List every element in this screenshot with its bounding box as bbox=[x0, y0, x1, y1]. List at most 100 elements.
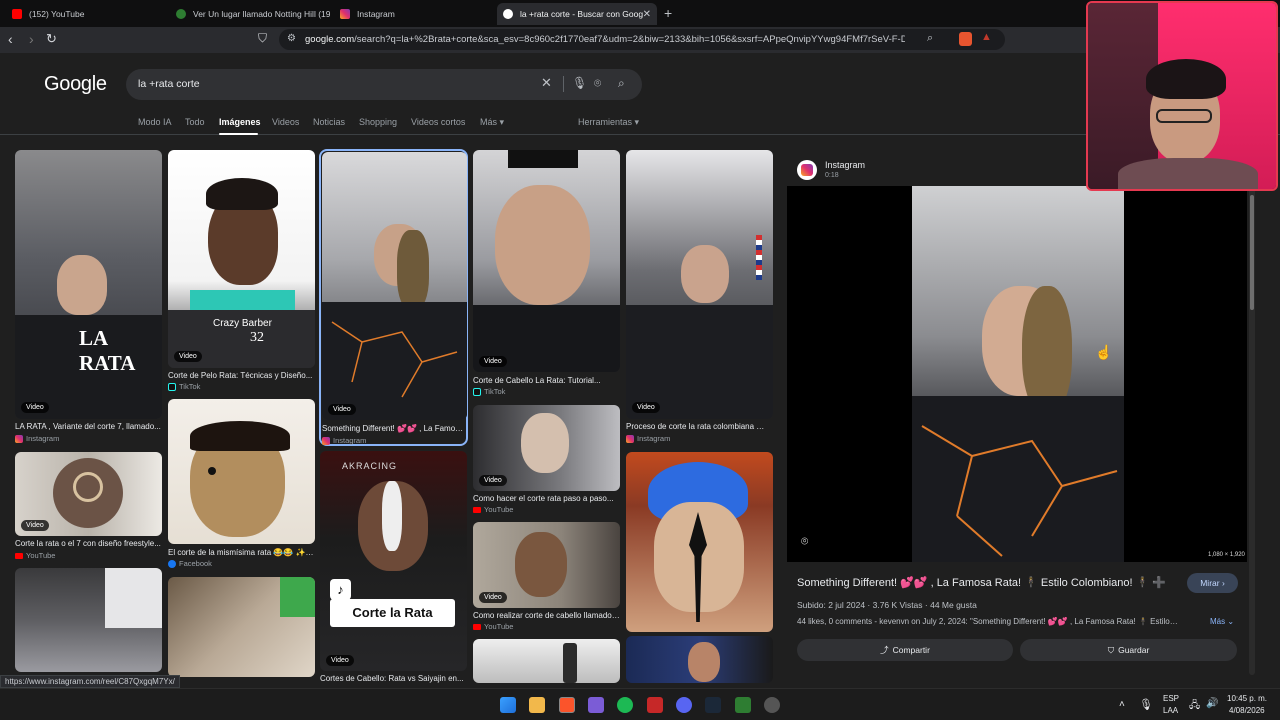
tab-images[interactable]: Imágenes bbox=[219, 117, 261, 127]
preview-title[interactable]: Something Different! 💕💕 , La Famosa Rata… bbox=[797, 576, 1177, 589]
image-result[interactable]: Crazy Barber 32 Video Corte de Pelo Rata… bbox=[168, 150, 315, 392]
scrollbar-thumb[interactable] bbox=[1250, 195, 1254, 310]
share-button[interactable]: ⤴ Compartir bbox=[797, 639, 1013, 661]
zoom-icon[interactable]: ⌕ bbox=[927, 32, 933, 45]
more-button[interactable]: Más ⌄ bbox=[1210, 617, 1234, 626]
tab-all[interactable]: Todo bbox=[185, 117, 205, 127]
tab-notting-hill[interactable]: Ver Un lugar llamado Notting Hill (19… bbox=[170, 3, 330, 25]
app-icon[interactable] bbox=[764, 697, 780, 713]
reload-icon[interactable]: ↻ bbox=[46, 31, 57, 47]
tab-more[interactable]: Más ▾ bbox=[480, 117, 504, 128]
xbox-icon[interactable] bbox=[735, 697, 751, 713]
discord-icon[interactable] bbox=[676, 697, 692, 713]
result-title[interactable]: Como realizar corte de cabello llamado .… bbox=[473, 611, 620, 620]
image-result[interactable]: Video Como realizar corte de cabello lla… bbox=[473, 522, 620, 632]
clear-icon[interactable]: ✕ bbox=[541, 75, 552, 91]
tab-youtube[interactable]: (152) YouTube bbox=[6, 3, 166, 25]
language-indicator-2[interactable]: LAA bbox=[1163, 706, 1178, 715]
search-input[interactable]: la +rata corte bbox=[138, 78, 200, 90]
language-indicator[interactable]: ESP bbox=[1163, 694, 1179, 703]
microphone-icon[interactable]: 🎙 bbox=[572, 76, 587, 90]
image-result[interactable] bbox=[626, 636, 773, 683]
result-thumbnail[interactable]: Video bbox=[626, 150, 773, 419]
image-result[interactable]: Video Corte de Cabello La Rata: Tutorial… bbox=[473, 150, 620, 398]
watch-button[interactable]: Mirar › bbox=[1187, 573, 1238, 593]
image-result-selected[interactable]: Video Something Different! 💕💕 , La Famos… bbox=[319, 149, 468, 446]
bookmark-icon: ⛉ bbox=[1107, 644, 1115, 655]
result-thumbnail[interactable]: Video bbox=[322, 152, 467, 420]
forward-icon[interactable]: › bbox=[29, 31, 34, 47]
result-title[interactable]: Cortes de Cabello: Rata vs Saiyajin en..… bbox=[320, 674, 467, 683]
tray-overflow-icon[interactable]: ˄ bbox=[1119, 699, 1125, 710]
image-result[interactable]: El corte de la mismísima rata 😂😂 ✨… Face… bbox=[168, 399, 315, 569]
image-result[interactable]: Video Proceso de corte la rata colombian… bbox=[626, 150, 773, 445]
preview-image[interactable]: ☝ bbox=[912, 186, 1124, 562]
volume-icon[interactable]: 🔊 bbox=[1206, 698, 1218, 709]
tab-ai-mode[interactable]: Modo IA bbox=[138, 117, 172, 127]
result-title[interactable]: LA RATA , Variante del corte 7, llamado.… bbox=[15, 422, 162, 431]
result-thumbnail[interactable] bbox=[626, 636, 773, 683]
new-tab-button[interactable]: + bbox=[664, 5, 672, 21]
clock-time[interactable]: 10:45 p. m. bbox=[1227, 694, 1267, 703]
image-result[interactable]: Video Corte la rata o el 7 con diseño fr… bbox=[15, 452, 162, 560]
result-thumbnail[interactable]: Video bbox=[473, 522, 620, 608]
image-result[interactable]: AKRACING ♪ Corte la Rata Video Cortes de… bbox=[320, 451, 467, 683]
image-result[interactable] bbox=[168, 577, 315, 677]
steam-icon[interactable] bbox=[705, 697, 721, 713]
search-box[interactable]: la +rata corte ✕ 🎙 ⌾ ⌕ bbox=[126, 69, 642, 100]
google-logo[interactable]: Google bbox=[44, 73, 107, 96]
site-info-icon[interactable]: ⚙ bbox=[287, 33, 296, 44]
brave-browser-icon[interactable] bbox=[559, 697, 575, 713]
brave-rewards-icon[interactable]: ▲ bbox=[981, 31, 992, 43]
search-icon[interactable]: ⌕ bbox=[618, 76, 625, 91]
file-explorer-icon[interactable] bbox=[529, 697, 545, 713]
result-title[interactable]: Corte la rata o el 7 con diseño freestyl… bbox=[15, 539, 162, 548]
result-title[interactable]: Corte de Pelo Rata: Técnicas y Diseño... bbox=[168, 371, 315, 380]
close-tab-icon[interactable]: ✕ bbox=[643, 9, 651, 20]
preview-media[interactable]: ☝ ⌾ 1,080 × 1,920 bbox=[787, 186, 1247, 562]
back-icon[interactable]: ‹ bbox=[8, 31, 13, 47]
result-thumbnail[interactable]: Video bbox=[473, 150, 620, 372]
result-thumbnail[interactable]: Crazy Barber 32 Video bbox=[168, 150, 315, 368]
bookmark-icon[interactable]: ⛉ bbox=[258, 31, 267, 46]
lens-icon[interactable]: ⌾ bbox=[594, 76, 601, 91]
image-result[interactable] bbox=[15, 568, 162, 672]
windows-start-icon[interactable] bbox=[500, 697, 516, 713]
address-bar[interactable]: ⚙ google.com/search?q=la+%2Brata+corte&s… bbox=[279, 29, 1005, 50]
result-thumbnail[interactable]: LA RATA Video bbox=[15, 150, 162, 419]
tab-google-search[interactable]: la +rata corte - Buscar con Goog ✕ bbox=[497, 3, 657, 25]
tab-shopping[interactable]: Shopping bbox=[359, 117, 397, 127]
result-title[interactable]: Proceso de corte la rata colombiana 💕 ..… bbox=[626, 422, 773, 431]
tab-short-videos[interactable]: Videos cortos bbox=[411, 117, 465, 127]
result-thumbnail[interactable] bbox=[473, 639, 620, 683]
image-result[interactable] bbox=[473, 639, 620, 683]
result-title[interactable]: Corte de Cabello La Rata: Tutorial... bbox=[473, 376, 620, 385]
result-thumbnail[interactable] bbox=[15, 568, 162, 672]
netflix-icon[interactable] bbox=[647, 697, 663, 713]
result-title[interactable]: El corte de la mismísima rata 😂😂 ✨… bbox=[168, 548, 315, 557]
result-thumbnail[interactable]: Video bbox=[15, 452, 162, 536]
image-result[interactable]: LA RATA Video LA RATA , Variante del cor… bbox=[15, 150, 162, 445]
game-controller-icon[interactable] bbox=[588, 697, 604, 713]
result-thumbnail[interactable]: Video bbox=[473, 405, 620, 491]
result-thumbnail[interactable] bbox=[626, 452, 773, 632]
save-button[interactable]: ⛉ Guardar bbox=[1020, 639, 1237, 661]
result-title[interactable]: Como hacer el corte rata paso a paso... bbox=[473, 494, 620, 503]
tab-videos[interactable]: Videos bbox=[272, 117, 299, 127]
clock-date[interactable]: 4/08/2026 bbox=[1229, 706, 1265, 715]
microphone-tray-icon[interactable]: 🎙 bbox=[1139, 698, 1153, 711]
result-thumbnail[interactable] bbox=[168, 399, 315, 544]
image-result[interactable]: Video Como hacer el corte rata paso a pa… bbox=[473, 405, 620, 515]
brave-shield-icon[interactable] bbox=[959, 32, 972, 46]
image-result[interactable] bbox=[626, 452, 773, 632]
result-title[interactable]: Something Different! 💕💕 , La Famosa... bbox=[322, 424, 465, 433]
network-icon[interactable]: 🖧 bbox=[1189, 698, 1200, 715]
result-thumbnail[interactable] bbox=[168, 577, 315, 677]
spotify-icon[interactable] bbox=[617, 697, 633, 713]
result-thumbnail[interactable]: AKRACING ♪ Corte la Rata Video bbox=[320, 451, 467, 671]
tab-instagram[interactable]: Instagram bbox=[334, 3, 494, 25]
tab-news[interactable]: Noticias bbox=[313, 117, 345, 127]
preview-source[interactable]: Instagram bbox=[825, 160, 865, 170]
tools-button[interactable]: Herramientas ▾ bbox=[578, 117, 639, 128]
lens-search-icon[interactable]: ⌾ bbox=[801, 534, 808, 549]
